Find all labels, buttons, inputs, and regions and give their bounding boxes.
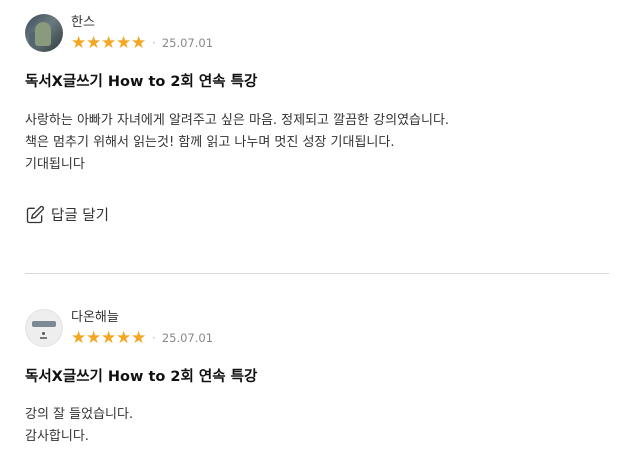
author-name[interactable]: 다온해늘	[71, 310, 213, 326]
review-date: 25.07.01	[161, 331, 214, 345]
review-body: 사랑하는 아빠가 자녀에게 알려주고 싶은 마음. 정제되고 깔끔한 강의였습니…	[25, 110, 609, 176]
reply-label: 답글 달기	[51, 208, 109, 224]
review-card: 다온해늘 ★ ★ ★ ★ ★ · 25.07.01 독서X글쓰기 How to …	[25, 309, 609, 448]
star-icon: ★	[86, 33, 102, 53]
reply-button[interactable]: 답글 달기	[25, 204, 609, 225]
review-title: 독서X글쓰기 How to 2회 연속 특강	[25, 369, 258, 385]
review-title: 독서X글쓰기 How to 2회 연속 특강	[25, 74, 258, 90]
review-line: 감사합니다.	[25, 429, 89, 444]
avatar[interactable]	[25, 309, 63, 347]
star-icon: ★	[71, 33, 87, 53]
star-icon: ★	[101, 328, 117, 348]
author-name[interactable]: 한스	[71, 15, 213, 31]
star-icon: ★	[131, 328, 147, 348]
star-icon: ★	[116, 33, 132, 53]
avatar[interactable]	[25, 14, 63, 52]
rating-row: ★ ★ ★ ★ ★ · 25.07.01	[71, 33, 214, 53]
review-header: 한스 ★ ★ ★ ★ ★ · 25.07.01	[25, 14, 609, 54]
review-line: 사랑하는 아빠가 자녀에게 알려주고 싶은 마음. 정제되고 깔끔한 강의였습니…	[25, 113, 450, 128]
star-icon: ★	[71, 328, 87, 348]
review-body: 강의 잘 들었습니다. 감사합니다.	[25, 404, 609, 448]
review-line: 책은 멈추기 위해서 읽는것! 함께 읽고 나누며 멋진 성장 기대됩니다.	[25, 135, 395, 150]
dot-separator: ·	[152, 331, 156, 345]
star-rating: ★ ★ ★ ★ ★	[71, 328, 147, 348]
dot-separator: ·	[152, 36, 156, 50]
review-line: 강의 잘 들었습니다.	[25, 407, 134, 422]
review-line: 기대됩니다	[25, 157, 85, 172]
star-rating: ★ ★ ★ ★ ★	[71, 33, 147, 53]
star-icon: ★	[86, 328, 102, 348]
rating-row: ★ ★ ★ ★ ★ · 25.07.01	[71, 328, 214, 348]
star-icon: ★	[101, 33, 117, 53]
review-date: 25.07.01	[161, 36, 214, 50]
edit-pencil-icon	[26, 205, 45, 223]
review-header: 다온해늘 ★ ★ ★ ★ ★ · 25.07.01	[25, 309, 609, 349]
star-icon: ★	[131, 33, 147, 53]
divider	[25, 273, 609, 274]
review-card: 한스 ★ ★ ★ ★ ★ · 25.07.01 독서X글쓰기 How to 2회…	[25, 14, 609, 225]
star-icon: ★	[116, 328, 132, 348]
